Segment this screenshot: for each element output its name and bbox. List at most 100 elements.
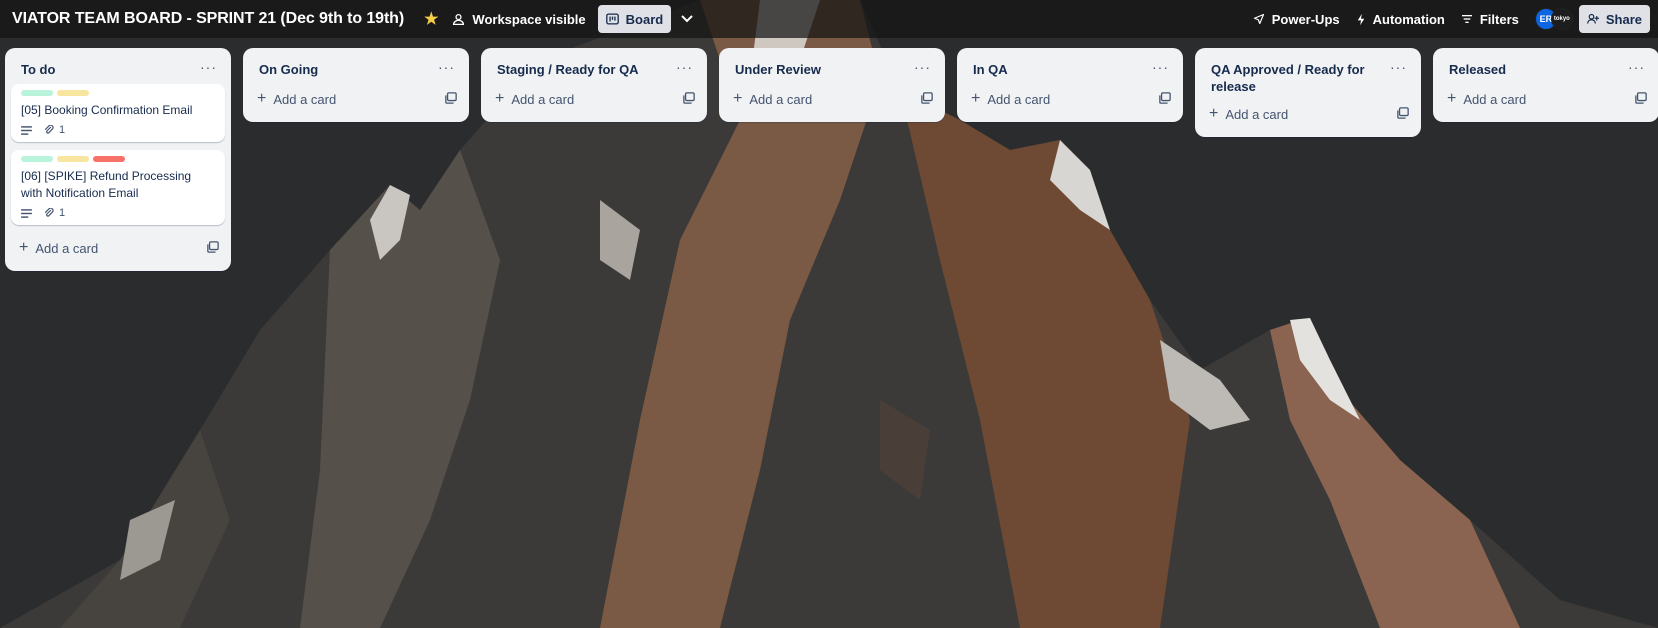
template-icon[interactable] (1397, 106, 1409, 122)
avatar[interactable]: tokyo (1550, 8, 1573, 30)
list-title[interactable]: To do (21, 58, 196, 78)
list-title[interactable]: In QA (973, 58, 1148, 78)
add-card-button[interactable]: + Add a card (11, 233, 225, 263)
lightning-icon (1357, 13, 1364, 25)
rocket-icon (1253, 13, 1264, 25)
filters-button[interactable]: Filters (1453, 5, 1527, 33)
description-icon (21, 125, 32, 135)
add-card-button[interactable]: + Add a card (487, 84, 701, 114)
share-button[interactable]: Share (1578, 5, 1650, 33)
list-menu-icon[interactable]: ··· (672, 58, 697, 76)
attachment-count: 1 (59, 124, 66, 136)
add-card-label: Add a card (511, 91, 575, 107)
description-icon (21, 208, 32, 218)
list-staging[interactable]: Staging / Ready for QA ··· + Add a card (481, 48, 707, 122)
list-title[interactable]: QA Approved / Ready for release (1211, 58, 1386, 95)
list-under-review[interactable]: Under Review ··· + Add a card (719, 48, 945, 122)
workspace-visibility-label: Workspace visible (472, 11, 586, 27)
list-released[interactable]: Released ··· + Add a card (1433, 48, 1658, 122)
board-view-label: Board (625, 11, 664, 27)
attachment-count: 1 (59, 207, 66, 219)
card-badges: 1 (21, 207, 215, 219)
filters-label: Filters (1479, 11, 1519, 27)
list-menu-icon[interactable]: ··· (1386, 58, 1411, 76)
list-to-do[interactable]: To do ··· [05] Booking Confirmation Emai… (5, 48, 231, 271)
add-card-label: Add a card (1225, 106, 1289, 122)
list-title[interactable]: On Going (259, 58, 434, 78)
add-member-icon (1587, 13, 1599, 24)
automation-label: Automation (1372, 11, 1445, 27)
list-title[interactable]: Staging / Ready for QA (497, 58, 672, 78)
power-ups-button[interactable]: Power-Ups (1245, 5, 1348, 33)
plus-icon: + (1447, 90, 1457, 107)
template-icon[interactable] (445, 91, 457, 107)
board-icon (605, 13, 619, 25)
list-on-going[interactable]: On Going ··· + Add a card (243, 48, 469, 122)
add-card-label: Add a card (749, 91, 813, 107)
list-header: On Going ··· (249, 56, 463, 84)
list-header: To do ··· (11, 56, 225, 84)
template-icon[interactable] (921, 91, 933, 107)
list-title[interactable]: Under Review (735, 58, 910, 78)
add-card-button[interactable]: + Add a card (249, 84, 463, 114)
list-header: In QA ··· (963, 56, 1177, 84)
list-header: Under Review ··· (725, 56, 939, 84)
paperclip-icon (44, 124, 54, 134)
plus-icon: + (733, 90, 743, 107)
card-labels (21, 156, 215, 162)
list-menu-icon[interactable]: ··· (910, 58, 935, 76)
template-icon[interactable] (1159, 91, 1171, 107)
list-menu-icon[interactable]: ··· (196, 58, 221, 76)
plus-icon: + (257, 90, 267, 107)
attachment-badge: 1 (44, 124, 65, 136)
add-card-button[interactable]: + Add a card (1439, 84, 1653, 114)
template-icon[interactable] (1635, 91, 1647, 107)
paperclip-icon (44, 207, 54, 217)
add-card-button[interactable]: + Add a card (1201, 99, 1415, 129)
member-avatars: ER tokyo (1534, 8, 1573, 30)
card[interactable]: [05] Booking Confirmation Email 1 (11, 84, 225, 142)
view-switcher-chevron-icon[interactable] (675, 5, 699, 33)
card-label[interactable] (21, 156, 53, 162)
list-menu-icon[interactable]: ··· (1148, 58, 1173, 76)
list-in-qa[interactable]: In QA ··· + Add a card (957, 48, 1183, 122)
add-card-label: Add a card (987, 91, 1051, 107)
automation-button[interactable]: Automation (1348, 5, 1453, 33)
people-icon (453, 13, 465, 25)
list-header: Released ··· (1439, 56, 1653, 84)
template-icon[interactable] (683, 91, 695, 107)
board-lists: To do ··· [05] Booking Confirmation Emai… (5, 48, 1658, 271)
attachment-badge: 1 (44, 207, 65, 219)
list-menu-icon[interactable]: ··· (1624, 58, 1649, 76)
card-label[interactable] (57, 156, 89, 162)
plus-icon: + (971, 90, 981, 107)
power-ups-label: Power-Ups (1271, 11, 1340, 27)
card-label[interactable] (57, 90, 89, 96)
card-badges: 1 (21, 124, 215, 136)
add-card-label: Add a card (273, 91, 337, 107)
card-title: [05] Booking Confirmation Email (21, 103, 193, 117)
workspace-visibility-button[interactable]: Workspace visible (444, 5, 593, 33)
add-card-button[interactable]: + Add a card (725, 84, 939, 114)
add-card-label: Add a card (35, 240, 99, 256)
list-header: QA Approved / Ready for release ··· (1201, 56, 1415, 99)
board-view-button[interactable]: Board (597, 5, 672, 33)
share-label: Share (1605, 11, 1642, 27)
plus-icon: + (1209, 105, 1219, 122)
card-title: [06] [SPIKE] Refund Processing with Noti… (21, 169, 192, 200)
list-title[interactable]: Released (1449, 58, 1624, 78)
card-label[interactable] (93, 156, 125, 162)
board-header: VIATOR TEAM BOARD - SPRINT 21 (Dec 9th t… (0, 0, 1658, 38)
list-header: Staging / Ready for QA ··· (487, 56, 701, 84)
card[interactable]: [06] [SPIKE] Refund Processing with Noti… (11, 150, 225, 225)
board-title[interactable]: VIATOR TEAM BOARD - SPRINT 21 (Dec 9th t… (12, 10, 404, 28)
add-card-label: Add a card (1463, 91, 1527, 107)
card-label[interactable] (21, 90, 53, 96)
card-labels (21, 90, 215, 96)
list-menu-icon[interactable]: ··· (434, 58, 459, 76)
list-qa-approved[interactable]: QA Approved / Ready for release ··· + Add… (1195, 48, 1421, 137)
template-icon[interactable] (207, 240, 219, 256)
plus-icon: + (495, 90, 505, 107)
add-card-button[interactable]: + Add a card (963, 84, 1177, 114)
star-icon[interactable]: ★ (418, 5, 444, 33)
